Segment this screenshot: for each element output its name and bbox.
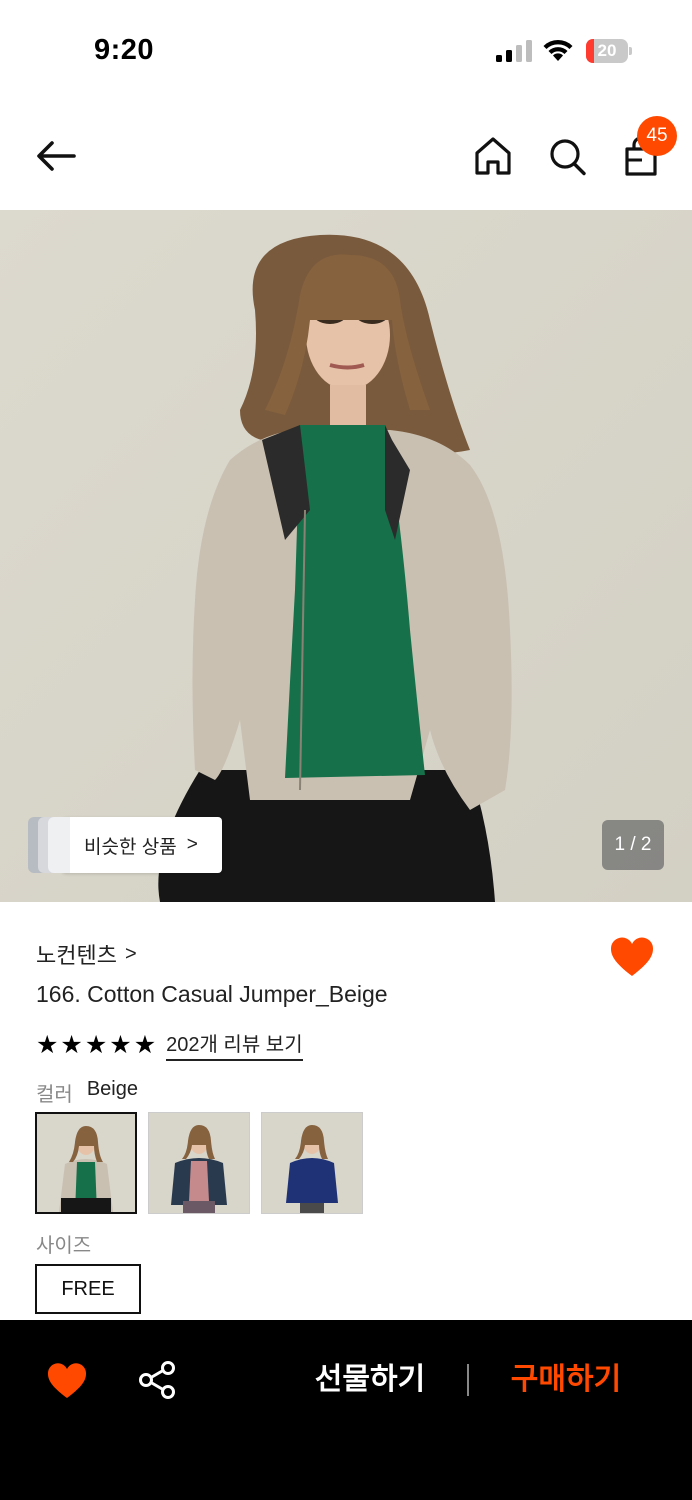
search-icon[interactable] (546, 134, 588, 178)
color-value: Beige (86, 1078, 138, 1100)
chevron-right-icon: > (124, 942, 137, 965)
color-row: 컬러 Beige (36, 1078, 138, 1107)
star-icon: ★ (84, 1030, 108, 1059)
back-arrow-icon[interactable] (34, 138, 78, 174)
star-icon: ★ (133, 1030, 157, 1059)
cart-count-badge: 45 (637, 116, 677, 156)
wishlist-heart-icon[interactable] (609, 936, 655, 978)
nav-header: 45 (0, 100, 692, 210)
divider (467, 1364, 469, 1396)
star-icon: ★ (109, 1030, 132, 1059)
color-swatch-navy[interactable] (261, 1112, 363, 1214)
gift-button[interactable]: 선물하기 (300, 1356, 440, 1404)
signal-icon (496, 40, 532, 62)
product-image-gallery[interactable]: 비슷한 상품 > 1 / 2 (0, 210, 692, 902)
bottom-action-bar: 선물하기 구매하기 (0, 1320, 692, 1500)
brand-name: 노컨텐츠 (36, 943, 117, 968)
brand-link[interactable]: 노컨텐츠 > (36, 938, 137, 970)
status-time: 9:20 (94, 34, 155, 66)
home-icon[interactable] (472, 134, 514, 178)
star-rating: ★ ★ ★ ★ ★ (36, 1031, 156, 1059)
chevron-right-icon: > (186, 834, 198, 855)
color-label: 컬러 (36, 1084, 73, 1106)
product-title: 166. Cotton Casual Jumper_Beige (36, 981, 388, 1007)
share-icon[interactable] (138, 1360, 176, 1400)
similar-products-card[interactable]: 비슷한 상품 > (62, 817, 222, 873)
buy-button[interactable]: 구매하기 (496, 1356, 636, 1404)
image-page-counter: 1 / 2 (602, 820, 664, 870)
color-swatches (35, 1112, 363, 1214)
product-photo (0, 210, 692, 902)
wifi-icon (543, 39, 573, 61)
similar-products-label: 비슷한 상품 (84, 836, 177, 858)
battery-level: 20 (597, 41, 617, 60)
star-icon: ★ (36, 1030, 59, 1059)
similar-products-thumbs (28, 817, 70, 873)
size-option-free[interactable]: FREE (35, 1264, 141, 1314)
color-swatch-beige[interactable] (35, 1112, 137, 1214)
similar-products-button[interactable]: 비슷한 상품 > (28, 817, 222, 873)
color-swatch-navy-denim[interactable] (148, 1112, 250, 1214)
size-label: 사이즈 (36, 1235, 92, 1257)
battery-icon: 20 (586, 39, 632, 63)
review-link[interactable]: 202개 리뷰 보기 (166, 1028, 303, 1061)
status-bar: 9:20 20 (0, 0, 692, 100)
wishlist-heart-icon[interactable] (46, 1362, 88, 1400)
star-icon: ★ (60, 1030, 83, 1059)
rating-row: ★ ★ ★ ★ ★ 202개 리뷰 보기 (36, 1028, 303, 1061)
